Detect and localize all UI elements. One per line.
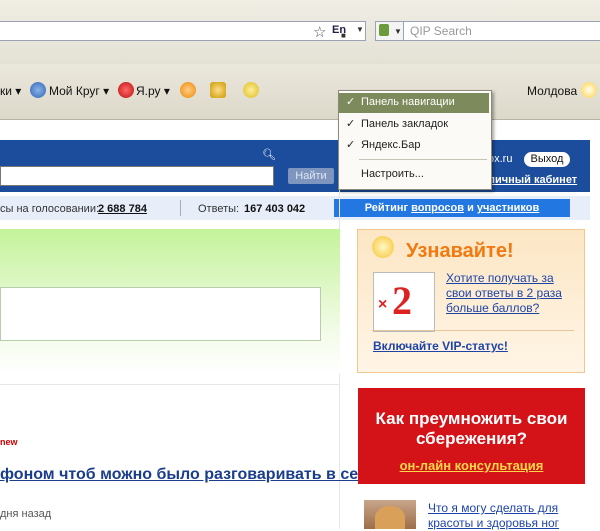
search-input[interactable]: QIP Search: [403, 21, 600, 41]
search-engine-icon: [379, 24, 389, 36]
voting-value[interactable]: 2 688 784: [98, 203, 147, 215]
exit-button[interactable]: Выход: [524, 152, 570, 167]
ad-title[interactable]: Как преумножить свои сбережения?: [358, 409, 585, 449]
bookmark-yaru[interactable]: Я.ру ▾: [136, 84, 170, 98]
menu-item-yandex-bar[interactable]: ✓ Яндекс.Бар: [339, 136, 489, 156]
question-time: дня назад: [0, 508, 52, 520]
bookmark-app-icon[interactable]: [180, 82, 196, 98]
question-textarea[interactable]: [0, 287, 321, 341]
menu-item-label: Настроить...: [361, 168, 424, 180]
lightbulb-icon: [372, 236, 394, 258]
bookmark-item[interactable]: ки ▾: [0, 84, 21, 98]
teaser-link[interactable]: Что я могу сделать для красоты и здоровь…: [428, 501, 578, 531]
yaru-icon: [118, 82, 134, 98]
weather-city[interactable]: Молдова: [527, 84, 577, 98]
menu-separator: [359, 159, 487, 160]
menu-item-label: Панель закладок: [361, 118, 449, 130]
rating-banner: Рейтинг вопросов и участников: [334, 199, 570, 217]
x2-number: 2: [392, 278, 412, 323]
bookmark-moy-krug[interactable]: Мой Круг ▾: [49, 84, 109, 98]
mail-icon[interactable]: [210, 82, 226, 98]
divider: [0, 384, 340, 385]
menu-item-label: Панель навигации: [361, 96, 455, 108]
rating-prefix: Рейтинг: [364, 202, 409, 214]
checkmark-icon: ✓: [346, 118, 356, 130]
weather-icon: [581, 82, 597, 98]
zoom-search-icon[interactable]: 🔍︎: [262, 148, 276, 161]
new-badge-label: new: [0, 437, 18, 447]
voting-label: сы на голосовании:: [0, 203, 100, 215]
rating-questions-link[interactable]: вопросов: [411, 202, 464, 214]
find-button[interactable]: Найти: [288, 168, 334, 184]
answers-value: 167 403 042: [244, 203, 306, 215]
vip-link[interactable]: Включайте VIP-статус!: [373, 339, 508, 353]
teaser-photo-hair: [375, 506, 405, 529]
moy-krug-icon: [30, 82, 46, 98]
cabinet-link[interactable]: личный кабинет: [488, 174, 577, 186]
menu-item-bookmarks-bar[interactable]: ✓ Панель закладок: [339, 115, 489, 135]
lock-icon: ■: [341, 31, 346, 40]
question-title-link[interactable]: фоном чтоб можно было разговаривать в се…: [0, 466, 390, 484]
address-bar[interactable]: [0, 21, 366, 41]
favorites-star-icon[interactable]: [243, 82, 259, 98]
checkmark-icon: ✓: [346, 139, 356, 151]
new-badge: new: [0, 437, 18, 447]
menu-item-customize[interactable]: Настроить...: [339, 165, 489, 185]
answers-label: Ответы:: [198, 203, 240, 215]
divider: [180, 200, 181, 216]
x2-sign: ×: [378, 296, 388, 313]
checkmark-icon: ✓: [346, 96, 356, 108]
chevron-down-icon[interactable]: ▼: [394, 27, 402, 36]
rating-participants-link[interactable]: участников: [477, 202, 539, 214]
menu-item-navigation-bar[interactable]: ✓ Панель навигации: [339, 93, 489, 113]
chevron-down-icon[interactable]: ▼: [356, 25, 364, 34]
promo-text-link[interactable]: Хотите получать за свои ответы в 2 раза …: [446, 271, 576, 316]
ad-link[interactable]: он-лайн консультация: [358, 458, 585, 473]
divider: [372, 330, 574, 331]
site-search-input[interactable]: [0, 166, 274, 186]
toolbar-context-menu: ✓ Панель навигации ✓ Панель закладок ✓ Я…: [338, 90, 492, 190]
star-icon[interactable]: ☆: [313, 23, 326, 41]
menu-item-label: Яндекс.Бар: [361, 139, 421, 151]
promo-title: Узнавайте!: [406, 240, 514, 262]
rating-and: и: [467, 202, 474, 214]
